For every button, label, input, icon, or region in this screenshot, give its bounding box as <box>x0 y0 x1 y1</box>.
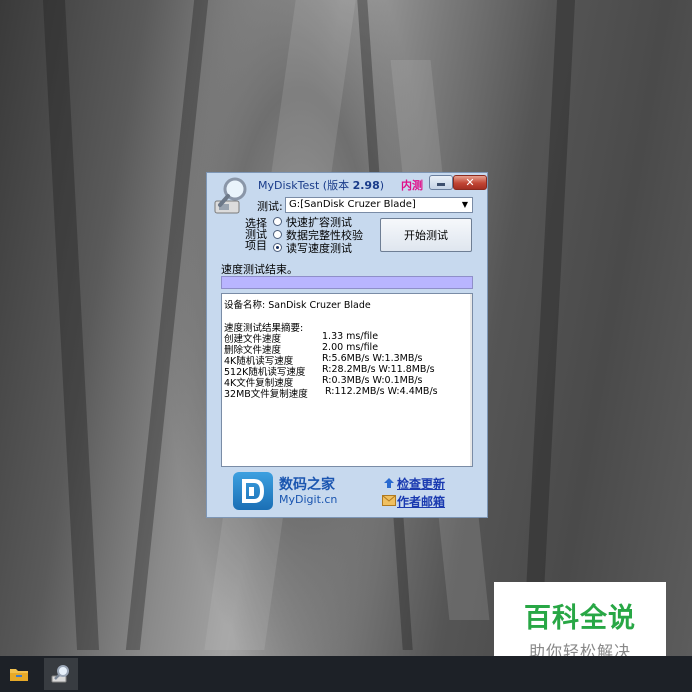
check-update-link[interactable]: 检查更新 <box>397 475 445 492</box>
beta-badge: 内测 <box>401 179 423 192</box>
mydigit-logo-glyph <box>242 479 265 503</box>
progress-bar <box>221 276 473 289</box>
drive-select-value: G:[SanDisk Cruzer Blade] <box>289 199 416 210</box>
chevron-down-icon[interactable]: ▼ <box>459 199 471 211</box>
magnifier-disk-taskbar-icon <box>51 665 69 683</box>
taskbar <box>0 656 692 692</box>
folder-icon <box>10 669 28 681</box>
result-row-value: R:0.3MB/s W:0.1MB/s <box>322 375 423 386</box>
device-name-line: 设备名称: SanDisk Cruzer Blade <box>224 300 371 311</box>
result-textarea[interactable]: 设备名称: SanDisk Cruzer Blade 速度测试结果摘要: 创建文… <box>221 293 473 467</box>
test-label: 测试: <box>257 200 283 213</box>
result-row-name: 32MB文件复制速度 <box>224 389 308 400</box>
mydisktest-window: MyDiskTest (版本 2.98) 内测 ✕ 测试: G:[SanDisk… <box>206 172 488 518</box>
result-scrollbar[interactable] <box>470 294 472 466</box>
option-speed-test-label[interactable]: 读写速度测试 <box>286 240 352 256</box>
update-arrow-icon <box>384 478 394 488</box>
minimize-button[interactable] <box>429 175 453 190</box>
magnifier-disk-logo-icon <box>214 177 247 214</box>
title-suffix: ) <box>379 179 385 192</box>
taskbar-file-explorer[interactable] <box>2 658 36 690</box>
title-prefix: MyDiskTest (版本 <box>258 179 353 192</box>
brand-name-en[interactable]: MyDigit.cn <box>279 493 337 506</box>
radio-quick-capacity[interactable] <box>273 217 282 226</box>
result-row-value: R:5.6MB/s W:1.3MB/s <box>322 353 423 364</box>
author-mail-link[interactable]: 作者邮箱 <box>397 493 445 510</box>
drive-select[interactable]: G:[SanDisk Cruzer Blade] ▼ <box>285 197 473 213</box>
start-test-button[interactable]: 开始测试 <box>380 218 472 252</box>
window-title: MyDiskTest (版本 2.98) <box>258 177 384 193</box>
options-label-line: 项目 <box>245 239 267 252</box>
status-text: 速度测试结束。 <box>221 263 298 276</box>
taskbar-mydisktest[interactable] <box>44 658 78 690</box>
radio-speed-test[interactable] <box>273 243 282 252</box>
mydigit-logo-icon[interactable] <box>233 472 273 510</box>
close-button[interactable]: ✕ <box>453 175 487 190</box>
result-row-value: 2.00 ms/file <box>322 342 379 353</box>
title-bar[interactable]: MyDiskTest (版本 2.98) 内测 ✕ <box>207 173 487 214</box>
mail-icon <box>382 495 396 506</box>
title-version: 2.98 <box>352 179 380 192</box>
watermark-title: 百科全说 <box>524 603 636 634</box>
radio-data-integrity[interactable] <box>273 230 282 239</box>
options-label: 选择 测试 项目 <box>245 218 267 251</box>
result-row-value: 1.33 ms/file <box>322 331 379 342</box>
result-row-value: R:28.2MB/s W:11.8MB/s <box>322 364 435 375</box>
result-row-value: R:112.2MB/s W:4.4MB/s <box>325 386 438 397</box>
brand-name-cn[interactable]: 数码之家 <box>279 474 335 494</box>
minimize-icon <box>437 183 445 186</box>
